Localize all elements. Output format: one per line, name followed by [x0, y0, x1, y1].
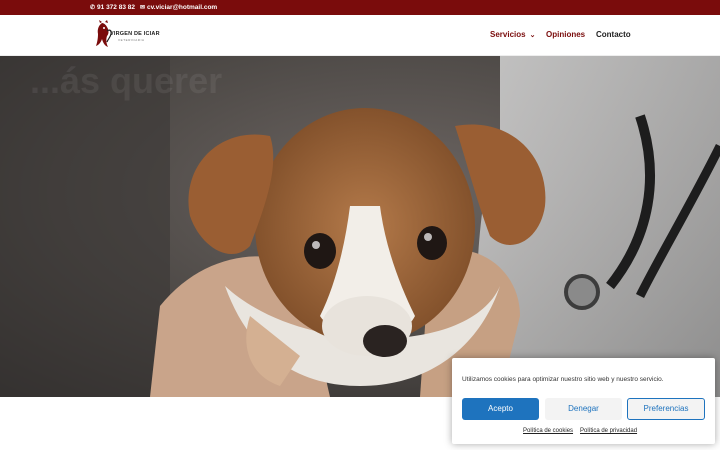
- chevron-down-icon: ⌄: [529, 32, 536, 39]
- top-bar: ✆ 91 372 83 82 ✉ cv.viciar@hotmail.com: [0, 0, 720, 15]
- cookie-policy-link[interactable]: Política de cookies: [523, 428, 573, 434]
- deny-cookies-button[interactable]: Denegar: [545, 398, 622, 420]
- site-header: VIRGEN DE ICIAR VETERINARIA Servicios ⌄ O…: [0, 15, 720, 56]
- phone-icon: ✆: [90, 5, 96, 11]
- envelope-icon: ✉: [140, 5, 146, 11]
- accept-cookies-button[interactable]: Acepto: [462, 398, 539, 420]
- cookie-message: Utilizamos cookies para optimizar nuestr…: [462, 376, 664, 383]
- hero-overlay-text: ...ás querer: [30, 60, 223, 101]
- nav-servicios-label: Servicios: [490, 30, 526, 39]
- puppy-photo: [0, 56, 720, 397]
- email-address: cv.viciar@hotmail.com: [147, 4, 218, 11]
- cookie-consent-banner: Utilizamos cookies para optimizar nuestr…: [452, 358, 715, 444]
- email-link[interactable]: ✉ cv.viciar@hotmail.com: [140, 0, 217, 15]
- nav-servicios[interactable]: Servicios ⌄: [490, 30, 535, 39]
- hero-image: ...ás querer: [0, 56, 720, 397]
- privacy-policy-link[interactable]: Política de privacidad: [580, 428, 637, 434]
- logo-text: VIRGEN DE ICIAR: [110, 31, 160, 37]
- cookie-preferences-button[interactable]: Preferencias: [627, 398, 705, 420]
- nav-opiniones[interactable]: Opiniones: [546, 30, 585, 39]
- phone-link[interactable]: ✆ 91 372 83 82: [90, 0, 135, 15]
- logo-subtitle: VETERINARIA: [118, 38, 145, 42]
- nav-contacto[interactable]: Contacto: [596, 30, 631, 39]
- phone-number: 91 372 83 82: [97, 4, 135, 11]
